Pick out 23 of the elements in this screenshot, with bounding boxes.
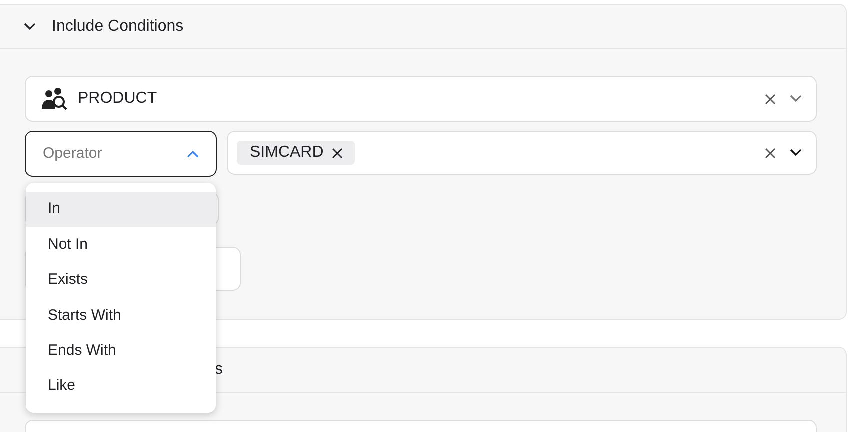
chevron-up-icon bbox=[187, 150, 199, 158]
menu-item[interactable]: Like bbox=[26, 368, 216, 404]
menu-item[interactable]: Starts With bbox=[26, 298, 216, 334]
chevron-down-icon bbox=[790, 149, 802, 157]
menu-item[interactable]: Exists bbox=[26, 262, 216, 298]
attribute-select[interactable]: PRODUCT bbox=[25, 76, 817, 122]
menu-item[interactable]: In bbox=[26, 192, 216, 228]
menu-item[interactable]: Not In bbox=[26, 227, 216, 263]
value-tag: SIMCARD bbox=[237, 141, 355, 165]
clear-icon[interactable] bbox=[765, 94, 776, 104]
remove-tag-icon[interactable] bbox=[332, 148, 343, 158]
chevron-down-icon bbox=[790, 95, 802, 103]
clear-icon[interactable] bbox=[765, 148, 776, 158]
attribute-value: PRODUCT bbox=[78, 89, 158, 109]
section-title: Include Conditions bbox=[52, 16, 184, 36]
operator-placeholder: Operator bbox=[43, 144, 104, 164]
values-select[interactable]: SIMCARD bbox=[227, 131, 817, 175]
section-header[interactable]: Include Conditions bbox=[0, 5, 846, 49]
people-search-icon bbox=[40, 87, 68, 111]
operator-select[interactable]: Operator bbox=[25, 131, 217, 177]
section-title: s bbox=[215, 360, 223, 380]
chevron-down-icon bbox=[24, 22, 36, 30]
menu-item[interactable]: Ends With bbox=[26, 334, 216, 369]
